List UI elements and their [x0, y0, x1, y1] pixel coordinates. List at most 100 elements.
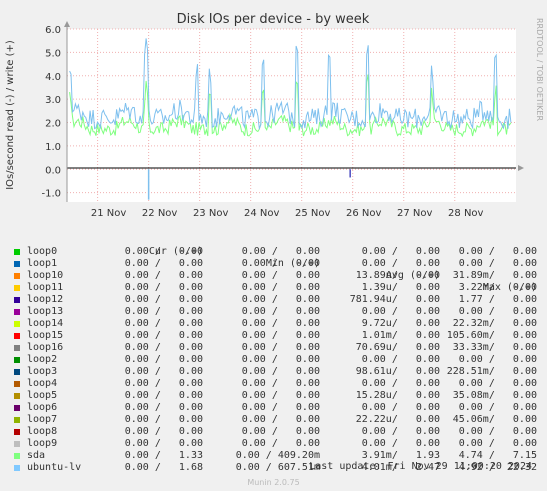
legend-min: 0.00 / 0.00: [241, 294, 320, 305]
legend-row-loop13: loop13 0.00 / 0.00 0.00 / 0.00 0.00 / 0.00 0…: [10, 306, 540, 318]
legend-max: 0.00 / 0.00: [458, 402, 537, 413]
legend-device-name: loop5: [27, 390, 58, 401]
legend-swatch: [14, 405, 20, 411]
legend-row-loop5: loop5 0.00 / 0.00 0.00 / 0.00 15.28u/ 0.00 3…: [10, 390, 540, 402]
legend-device-name: loop12: [27, 294, 64, 305]
legend-avg: 70.69u/ 0.00: [355, 342, 440, 353]
legend-swatch: [14, 249, 20, 255]
legend-max: 1.77 / 0.00: [458, 294, 537, 305]
y-tick-label: 1.0: [45, 142, 61, 153]
legend-min: 0.00 / 0.00: [241, 426, 320, 437]
x-tick-label: 24 Nov: [244, 208, 280, 219]
legend-avg: 98.61u/ 0.00: [355, 366, 440, 377]
y-tick-label: 4.0: [45, 72, 61, 83]
legend-rows: loop0 0.00 / 0.00 0.00 / 0.00 0.00 / 0.00 0.…: [10, 246, 540, 474]
legend-cur: 0.00 / 0.00: [124, 246, 203, 257]
legend-row-loop1: loop1 0.00 / 0.00 0.00 / 0.00 0.00 / 0.00 0.…: [10, 258, 540, 270]
legend-cur: 0.00 / 0.00: [124, 402, 203, 413]
legend-avg: 1.01m/ 0.00: [361, 330, 440, 341]
legend-avg: 0.00 / 0.00: [361, 258, 440, 269]
legend-swatch: [14, 309, 20, 315]
legend-row-loop15: loop15 0.00 / 0.00 0.00 / 0.00 1.01m/ 0.00 1…: [10, 330, 540, 342]
legend-max: 0.00 / 0.00: [458, 246, 537, 257]
legend-cur: 0.00 / 0.00: [124, 426, 203, 437]
legend-min: 0.00 / 0.00: [241, 282, 320, 293]
legend-swatch: [14, 285, 20, 291]
legend-swatch: [14, 297, 20, 303]
legend-max: 3.22m/ 0.00: [458, 282, 537, 293]
rrdtool-side-label: RRDTOOL / TOBI OETIKER: [535, 18, 544, 121]
x-tick-label: 25 Nov: [295, 208, 331, 219]
legend-device-name: loop11: [27, 282, 64, 293]
legend-min: 0.00 / 0.00: [241, 342, 320, 353]
legend-min: 0.00 / 0.00: [241, 390, 320, 401]
legend-avg: 0.00 / 0.00: [361, 402, 440, 413]
legend-swatch: [14, 357, 20, 363]
legend-cur: 0.00 / 0.00: [124, 414, 203, 425]
legend-cur: 0.00 / 0.00: [124, 342, 203, 353]
y-tick-label: 0.0: [45, 165, 61, 176]
legend-row-loop9: loop9 0.00 / 0.00 0.00 / 0.00 0.00 / 0.00 0.…: [10, 438, 540, 450]
legend-swatch: [14, 441, 20, 447]
legend-cur: 0.00 / 0.00: [124, 438, 203, 449]
x-tick-label: 26 Nov: [346, 208, 382, 219]
legend-avg: 0.00 / 0.00: [361, 306, 440, 317]
legend-device-name: loop9: [27, 438, 58, 449]
legend-cur: 0.00 / 0.00: [124, 378, 203, 389]
legend-row-loop0: loop0 0.00 / 0.00 0.00 / 0.00 0.00 / 0.00 0.…: [10, 246, 540, 258]
legend-avg: 0.00 / 0.00: [361, 246, 440, 257]
legend-cur: 0.00 / 0.00: [124, 330, 203, 341]
legend-max: 22.32m/ 0.00: [452, 318, 537, 329]
legend: Cur (-/+) Min (-/+) Avg (-/+) Max (-/+) …: [10, 234, 540, 474]
legend-min: 0.00 / 0.00: [241, 318, 320, 329]
legend-avg: 0.00 / 0.00: [361, 378, 440, 389]
legend-device-name: loop4: [27, 378, 58, 389]
legend-row-loop16: loop16 0.00 / 0.00 0.00 / 0.00 70.69u/ 0.00…: [10, 342, 540, 354]
legend-avg: 15.28u/ 0.00: [355, 390, 440, 401]
legend-cur: 0.00 / 0.00: [124, 258, 203, 269]
chart: Disk IOs per device - by week IOs/second…: [5, 12, 544, 219]
y-tick-label: 5.0: [45, 48, 61, 59]
legend-cur: 0.00 / 0.00: [124, 282, 203, 293]
y-tick-label: 3.0: [45, 95, 61, 106]
x-tick-label: 22 Nov: [142, 208, 178, 219]
legend-swatch: [14, 453, 20, 459]
legend-swatch: [14, 393, 20, 399]
legend-avg: 0.00 / 0.00: [361, 426, 440, 437]
legend-min: 0.00 / 0.00: [241, 330, 320, 341]
legend-cur: 0.00 / 0.00: [124, 390, 203, 401]
legend-device-name: loop8: [27, 426, 58, 437]
legend-swatch: [14, 273, 20, 279]
legend-swatch: [14, 429, 20, 435]
legend-min: 0.00 / 0.00: [241, 366, 320, 377]
legend-device-name: loop0: [27, 246, 58, 257]
legend-device-name: loop16: [27, 342, 64, 353]
x-tick-label: 27 Nov: [397, 208, 433, 219]
legend-row-loop2: loop2 0.00 / 0.00 0.00 / 0.00 0.00 / 0.00 0.…: [10, 354, 540, 366]
legend-max: 31.89m/ 0.00: [452, 270, 537, 281]
legend-min: 0.00 / 0.00: [241, 246, 320, 257]
legend-device-name: loop14: [27, 318, 64, 329]
y-axis-label: IOs/second read (-) / write (+): [5, 40, 16, 190]
legend-avg: 781.94u/ 0.00: [349, 294, 440, 305]
legend-swatch: [14, 417, 20, 423]
legend-min: 0.00 / 0.00: [241, 258, 320, 269]
legend-swatch: [14, 369, 20, 375]
legend-device-name: loop13: [27, 306, 64, 317]
legend-avg: 1.39u/ 0.00: [361, 282, 440, 293]
legend-avg: 0.00 / 0.00: [361, 438, 440, 449]
legend-min: 0.00 / 0.00: [241, 306, 320, 317]
legend-swatch: [14, 333, 20, 339]
legend-swatch: [14, 381, 20, 387]
legend-min: 0.00 / 0.00: [241, 402, 320, 413]
legend-device-name: loop10: [27, 270, 64, 281]
x-tick-label: 28 Nov: [448, 208, 484, 219]
last-update: Last update: Fri Nov 29 11:00:20 2024: [309, 461, 532, 472]
legend-max: 0.00 / 0.00: [458, 426, 537, 437]
legend-min: 0.00 / 0.00: [241, 378, 320, 389]
legend-max: 0.00 / 0.00: [458, 378, 537, 389]
x-axis-arrow: [518, 165, 524, 171]
legend-row-loop11: loop11 0.00 / 0.00 0.00 / 0.00 1.39u/ 0.00 3…: [10, 282, 540, 294]
legend-row-loop7: loop7 0.00 / 0.00 0.00 / 0.00 22.22u/ 0.00 4…: [10, 414, 540, 426]
legend-row-loop14: loop14 0.00 / 0.00 0.00 / 0.00 9.72u/ 0.00 2…: [10, 318, 540, 330]
